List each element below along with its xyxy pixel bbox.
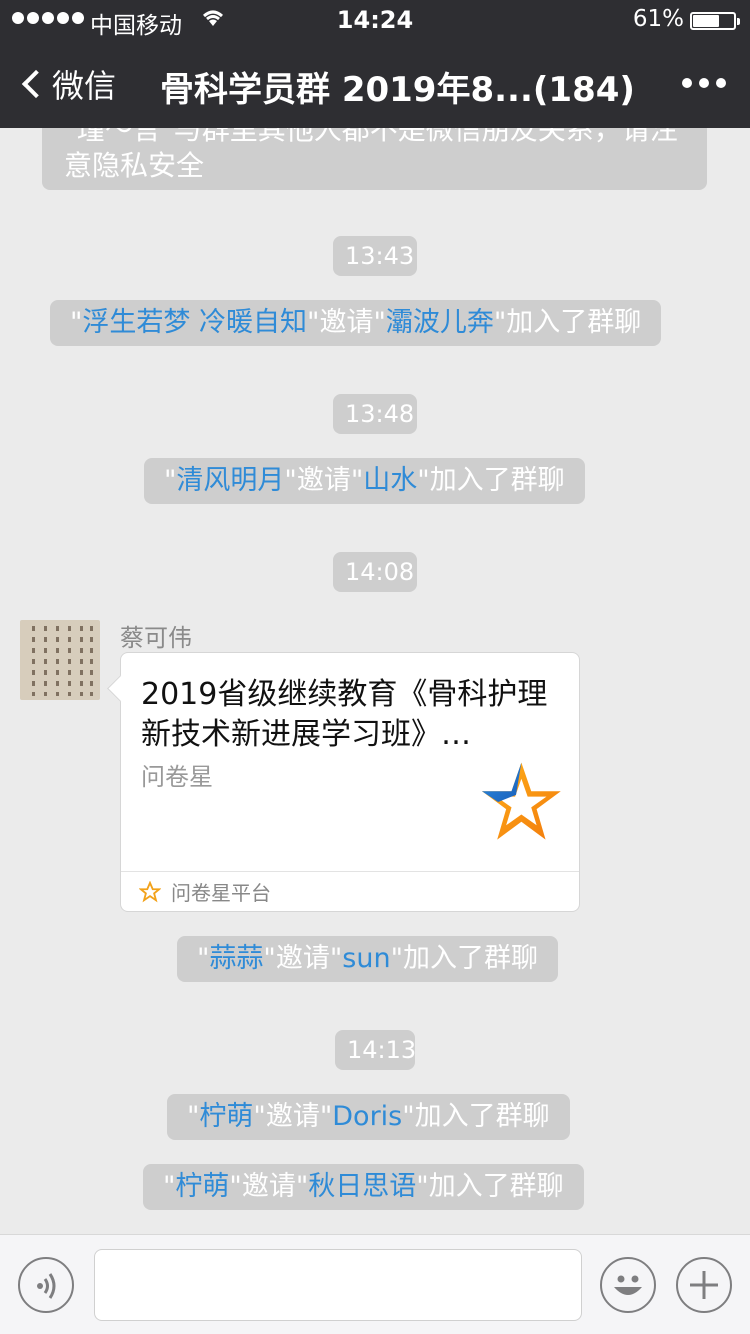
timestamp: 14:08 [333,552,417,592]
voice-icon [37,1273,56,1299]
invite-label: 邀请 [275,943,330,974]
emoji-icon [614,1275,642,1295]
card-title: 2019省级继续教育《骨科护理新技术新进展学习班》… [141,677,548,752]
voice-button[interactable] [18,1257,74,1313]
star-logo-icon [481,762,561,840]
joined-label: 加入了群聊 [402,943,538,974]
avatar[interactable] [20,620,100,700]
input-bar [0,1234,750,1334]
card-footer: 问卷星平台 [121,871,579,911]
timestamp: 13:43 [333,236,417,276]
invitee-name[interactable]: 灞波儿奔 [386,307,494,338]
invitee-name[interactable]: 山水 [363,465,417,496]
star-icon [139,880,161,902]
joined-label: 加入了群聊 [428,1171,564,1202]
timestamp: 14:13 [335,1030,416,1070]
battery-icon [690,12,740,30]
more-actions-button[interactable] [676,1257,732,1313]
chevron-left-icon [21,69,51,99]
joined-label: 加入了群聊 [429,465,565,496]
back-label: 微信 [52,67,117,105]
sender-name: 蔡可伟 [120,624,192,652]
more-icon[interactable] [682,78,726,88]
join-event: "柠萌"邀请"秋日思语"加入了群聊 [143,1164,584,1210]
privacy-notice-line2: 意隐私安全 [64,149,205,182]
join-event: "柠萌"邀请"Doris"加入了群聊 [167,1094,570,1140]
message-input[interactable] [94,1249,582,1321]
plus-icon [690,1271,718,1299]
join-event: "蒜蒜"邀请"sun"加入了群聊 [177,936,558,982]
invite-label: 邀请 [265,1101,320,1132]
joined-label: 加入了群聊 [506,307,642,338]
top-bar: 中国移动 14:24 61% 微信 骨科学员群 2019年8...(184) [0,0,750,128]
inviter-name[interactable]: 蒜蒜 [209,943,263,974]
chat-area[interactable]: "瑾～言"与群里其他人都不是微信朋友关系，请注 意隐私安全 13:43 "浮生若… [0,128,750,1234]
inviter-name[interactable]: 浮生若梦 冷暖自知 [82,307,307,338]
invite-label: 邀请 [319,307,374,338]
invite-label: 邀请 [241,1171,296,1202]
card-source: 问卷星 [141,763,213,791]
timestamp: 13:48 [333,394,417,434]
privacy-notice-line1: "瑾～言"与群里其他人都不是微信朋友关系，请注 [64,128,678,146]
emoji-button[interactable] [600,1257,656,1313]
join-event: "浮生若梦 冷暖自知"邀请"灞波儿奔"加入了群聊 [50,300,662,346]
battery-percent: 61% [632,6,684,32]
inviter-name[interactable]: 柠萌 [175,1171,229,1202]
joined-label: 加入了群聊 [414,1101,550,1132]
join-event: "清风明月"邀请"山水"加入了群聊 [144,458,585,504]
privacy-notice: "瑾～言"与群里其他人都不是微信朋友关系，请注 意隐私安全 [42,128,707,190]
inviter-name[interactable]: 清风明月 [176,465,284,496]
back-button[interactable]: 微信 [18,62,116,106]
invitee-name[interactable]: 秋日思语 [308,1171,416,1202]
invitee-name[interactable]: Doris [332,1101,402,1132]
link-card[interactable]: 2019省级继续教育《骨科护理新技术新进展学习班》… 问卷星 问卷星平台 [120,652,580,912]
inviter-name[interactable]: 柠萌 [199,1101,253,1132]
invite-label: 邀请 [296,465,351,496]
status-bar: 中国移动 14:24 61% [0,0,750,40]
invitee-name[interactable]: sun [342,943,390,974]
chat-title: 骨科学员群 2019年8...(184) [160,70,635,110]
nav-bar: 微信 骨科学员群 2019年8...(184) [0,40,750,128]
card-platform: 问卷星平台 [171,881,271,905]
